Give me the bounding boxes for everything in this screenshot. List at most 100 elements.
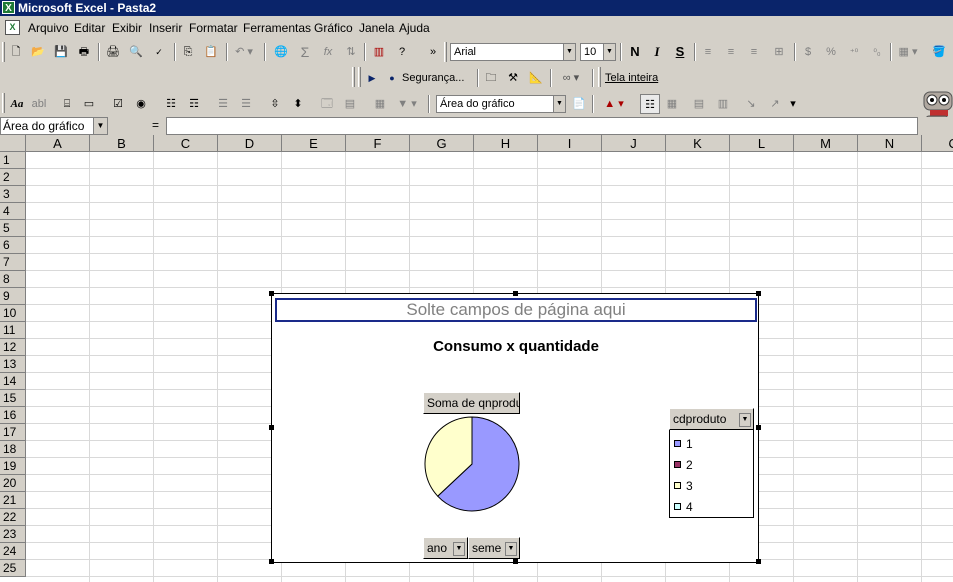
design-mode-icon[interactable]: 📐 xyxy=(527,68,545,88)
chart-wizard-icon[interactable]: ▥ xyxy=(370,42,388,62)
data-table-icon[interactable]: ▦ xyxy=(663,94,681,114)
legend-field-button[interactable]: cdproduto ▼ xyxy=(669,408,754,430)
menu-ajuda[interactable]: Ajuda xyxy=(399,21,430,35)
undo-icon[interactable]: ↶ ▾ xyxy=(232,42,256,62)
function-icon[interactable]: fx xyxy=(318,42,338,62)
category-field-seme-button[interactable]: seme ▼ xyxy=(468,537,520,559)
row-header[interactable]: 25 xyxy=(0,560,26,577)
row-header[interactable]: 2 xyxy=(0,169,26,186)
column-header[interactable]: H xyxy=(474,135,538,152)
edit-code-icon[interactable]: ▤ xyxy=(341,94,359,114)
select-all-corner[interactable] xyxy=(0,135,26,152)
italic-button[interactable]: I xyxy=(648,42,666,62)
resize-handle[interactable] xyxy=(756,291,761,296)
permission-icon[interactable]: 🖶 xyxy=(75,42,93,62)
row-header[interactable]: 15 xyxy=(0,390,26,407)
currency-icon[interactable]: $ xyxy=(799,42,817,62)
edit-box-button[interactable]: abl xyxy=(29,94,49,114)
column-header[interactable]: E xyxy=(282,135,346,152)
menu-exibir[interactable]: Exibir xyxy=(112,21,142,35)
chevron-down-icon[interactable]: ▼ xyxy=(453,542,465,556)
by-row-icon[interactable]: ▤ xyxy=(690,94,708,114)
row-header[interactable]: 7 xyxy=(0,254,26,271)
row-header[interactable]: 17 xyxy=(0,424,26,441)
font-name-select[interactable]: Arial ▼ xyxy=(450,43,576,61)
column-header[interactable]: A xyxy=(26,135,90,152)
fill-color-icon[interactable]: 🪣 xyxy=(928,42,950,62)
combo-box-icon[interactable]: ☶ xyxy=(185,94,203,114)
column-header[interactable]: G xyxy=(410,135,474,152)
align-center-icon[interactable]: ≡ xyxy=(722,42,740,62)
toolbar-grip[interactable] xyxy=(2,93,5,113)
decrease-decimal-icon[interactable]: ⁰₀ xyxy=(868,42,886,62)
column-header[interactable]: J xyxy=(602,135,666,152)
menu-editar[interactable]: Editar xyxy=(74,21,105,35)
chart-title[interactable]: Consumo x quantidade xyxy=(272,338,760,355)
label-format-button[interactable]: Aa xyxy=(7,94,27,114)
bold-button[interactable]: N xyxy=(626,42,644,62)
row-header[interactable]: 24 xyxy=(0,543,26,560)
row-header[interactable]: 9 xyxy=(0,288,26,305)
align-left-icon[interactable]: ≡ xyxy=(699,42,717,62)
legend-item[interactable]: 1 xyxy=(674,437,693,451)
column-header[interactable]: D xyxy=(218,135,282,152)
font-size-select[interactable]: 10 ▼ xyxy=(580,43,616,61)
row-header[interactable]: 18 xyxy=(0,441,26,458)
merge-center-icon[interactable]: ⊞ xyxy=(768,42,790,62)
column-header[interactable]: B xyxy=(90,135,154,152)
play-icon[interactable]: ▶ xyxy=(366,68,378,88)
scrollbar-icon[interactable]: ⇳ xyxy=(266,94,284,114)
row-header[interactable]: 5 xyxy=(0,220,26,237)
print-preview-icon[interactable]: 🔍 xyxy=(127,42,145,62)
record-icon[interactable]: ● xyxy=(386,68,398,88)
combo-dropdown-icon[interactable]: ☰ xyxy=(237,94,255,114)
percent-icon[interactable]: % xyxy=(822,42,840,62)
toolbar-grip[interactable] xyxy=(598,67,601,87)
menu-arquivo[interactable]: Arquivo xyxy=(28,21,69,35)
sort-icon[interactable]: ⇅ xyxy=(342,42,360,62)
group-box-icon[interactable]: ⌸ xyxy=(58,94,76,114)
row-header[interactable]: 20 xyxy=(0,475,26,492)
legend-item[interactable]: 4 xyxy=(674,500,693,514)
copy-icon[interactable]: ⎘ xyxy=(179,42,197,62)
control-properties-icon[interactable]: 🗔 xyxy=(318,94,336,114)
data-field-button[interactable]: Soma de qnproduto xyxy=(423,392,520,414)
control-toolbox-icon[interactable]: 🗀 xyxy=(482,68,500,88)
formula-input[interactable] xyxy=(166,117,918,135)
page-field-drop-zone[interactable]: Solte campos de página aqui xyxy=(275,298,757,322)
underline-button[interactable]: S xyxy=(671,42,689,62)
menu-janela[interactable]: Janela xyxy=(359,21,394,35)
toolbar-grip[interactable] xyxy=(2,42,5,62)
paste-icon[interactable]: 📋 xyxy=(202,42,220,62)
row-header[interactable]: 11 xyxy=(0,322,26,339)
column-header[interactable]: O xyxy=(922,135,953,152)
resize-handle[interactable] xyxy=(756,559,761,564)
angle-text-down-icon[interactable]: ↘ xyxy=(742,94,760,114)
run-dialog-icon[interactable]: ▼ ▾ xyxy=(393,94,421,114)
borders-icon[interactable]: ▦ ▾ xyxy=(896,42,920,62)
column-header[interactable]: M xyxy=(794,135,858,152)
name-box[interactable]: Área do gráfico ▼ xyxy=(0,117,108,135)
resize-handle[interactable] xyxy=(756,425,761,430)
toolbar-grip[interactable] xyxy=(444,42,447,62)
column-header[interactable]: K xyxy=(666,135,730,152)
column-header[interactable]: C xyxy=(154,135,218,152)
row-header[interactable]: 8 xyxy=(0,271,26,288)
row-header[interactable]: 6 xyxy=(0,237,26,254)
row-header[interactable]: 12 xyxy=(0,339,26,356)
menu-ferramentas[interactable]: Ferramentas xyxy=(243,21,311,35)
workbook-icon[interactable]: X xyxy=(5,20,20,35)
legend-icon[interactable]: ☷ xyxy=(640,94,660,114)
row-header[interactable]: 19 xyxy=(0,458,26,475)
toolbar-grip[interactable] xyxy=(352,67,355,87)
security-button[interactable]: Segurança... xyxy=(402,68,474,88)
print-icon[interactable]: 🖨 xyxy=(104,42,122,62)
save-icon[interactable]: 💾 xyxy=(52,42,70,62)
chevron-down-icon[interactable]: ▼ xyxy=(553,96,565,112)
resize-handle[interactable] xyxy=(269,291,274,296)
resize-handle[interactable] xyxy=(513,559,518,564)
spinner-icon[interactable]: ⬍ xyxy=(289,94,307,114)
chevron-down-icon[interactable]: ▼ xyxy=(505,542,517,556)
column-header[interactable]: L xyxy=(730,135,794,152)
row-header[interactable]: 21 xyxy=(0,492,26,509)
